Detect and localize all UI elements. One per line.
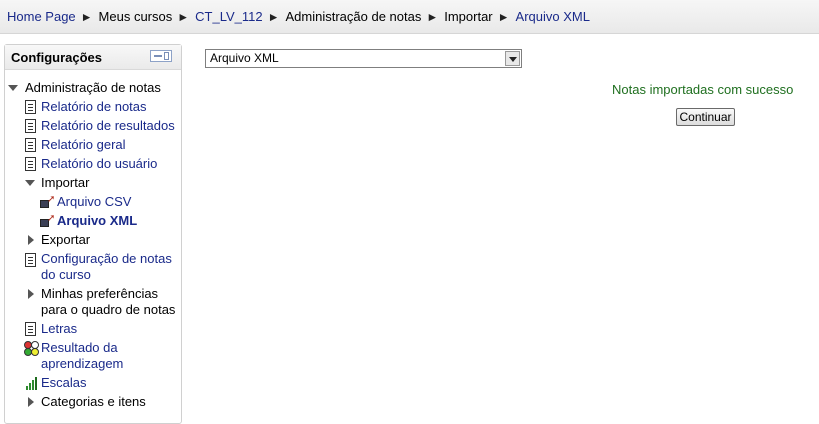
tree-item-configuracao-line2[interactable]: do curso bbox=[41, 267, 91, 283]
block-header: Configurações bbox=[5, 45, 181, 70]
expanded-arrow-icon[interactable] bbox=[25, 180, 35, 186]
import-type-select[interactable]: Arquivo XML bbox=[205, 49, 522, 68]
dock-block-icon[interactable] bbox=[150, 50, 172, 62]
breadcrumb-home[interactable]: Home Page bbox=[7, 9, 76, 24]
chevron-down-icon[interactable] bbox=[505, 51, 520, 66]
breadcrumb-separator: ► bbox=[267, 10, 280, 24]
tree-item-arquivo-xml[interactable]: Arquivo XML bbox=[57, 213, 137, 229]
tree-item-letras[interactable]: Letras bbox=[41, 321, 77, 337]
breadcrumb-separator: ► bbox=[426, 10, 439, 24]
breadcrumb-separator: ► bbox=[80, 10, 93, 24]
tree-item-preferencias-line1[interactable]: Minhas preferências bbox=[41, 286, 158, 302]
breadcrumb-separator: ► bbox=[177, 10, 190, 24]
report-icon bbox=[25, 322, 36, 336]
breadcrumb-course[interactable]: CT_LV_112 bbox=[195, 9, 262, 24]
tree-item-configuracao-line1[interactable]: Configuração de notas bbox=[41, 251, 172, 267]
tree-item-admin-notas[interactable]: Administração de notas bbox=[25, 80, 161, 96]
outcomes-icon bbox=[24, 341, 40, 357]
tree-item-arquivo-csv[interactable]: Arquivo CSV bbox=[57, 194, 131, 210]
tree-item-relatorio-resultados[interactable]: Relatório de resultados bbox=[41, 118, 175, 134]
expanded-arrow-icon[interactable] bbox=[8, 85, 18, 91]
import-icon: ➚ bbox=[40, 214, 56, 228]
tree-item-resultado-line1[interactable]: Resultado da bbox=[41, 340, 118, 356]
breadcrumb-meus-cursos: Meus cursos bbox=[98, 9, 173, 24]
tree-item-importar[interactable]: Importar bbox=[41, 175, 89, 191]
collapsed-arrow-icon[interactable] bbox=[28, 397, 34, 407]
collapsed-arrow-icon[interactable] bbox=[28, 235, 34, 245]
breadcrumb-importar: Importar bbox=[444, 9, 493, 24]
report-icon bbox=[25, 157, 36, 171]
success-message: Notas importadas com sucesso bbox=[612, 82, 794, 97]
block-title: Configurações bbox=[11, 50, 103, 65]
report-icon bbox=[25, 253, 36, 267]
breadcrumb-admin-notas: Administração de notas bbox=[285, 9, 422, 24]
report-icon bbox=[25, 100, 36, 114]
scales-icon bbox=[26, 377, 40, 390]
report-icon bbox=[25, 138, 36, 152]
select-value: Arquivo XML bbox=[210, 51, 279, 65]
import-icon: ➚ bbox=[40, 195, 56, 209]
report-icon bbox=[25, 119, 36, 133]
tree-item-relatorio-geral[interactable]: Relatório geral bbox=[41, 137, 126, 153]
tree-item-preferencias-line2[interactable]: para o quadro de notas bbox=[41, 302, 175, 318]
tree-item-categorias[interactable]: Categorias e itens bbox=[41, 394, 146, 410]
breadcrumb-separator: ► bbox=[497, 10, 510, 24]
continue-button[interactable]: Continuar bbox=[676, 108, 735, 126]
breadcrumb: Home Page ► Meus cursos ► CT_LV_112 ► Administ… bbox=[0, 0, 819, 34]
settings-block: Configurações Administração de notas Rel… bbox=[4, 44, 182, 424]
tree-item-relatorio-notas[interactable]: Relatório de notas bbox=[41, 99, 147, 115]
tree-item-escalas[interactable]: Escalas bbox=[41, 375, 87, 391]
tree-item-resultado-line2[interactable]: aprendizagem bbox=[41, 356, 123, 372]
tree-item-exportar[interactable]: Exportar bbox=[41, 232, 90, 248]
breadcrumb-arquivo-xml[interactable]: Arquivo XML bbox=[516, 9, 590, 24]
tree-item-relatorio-usuario[interactable]: Relatório do usuário bbox=[41, 156, 157, 172]
collapsed-arrow-icon[interactable] bbox=[28, 289, 34, 299]
